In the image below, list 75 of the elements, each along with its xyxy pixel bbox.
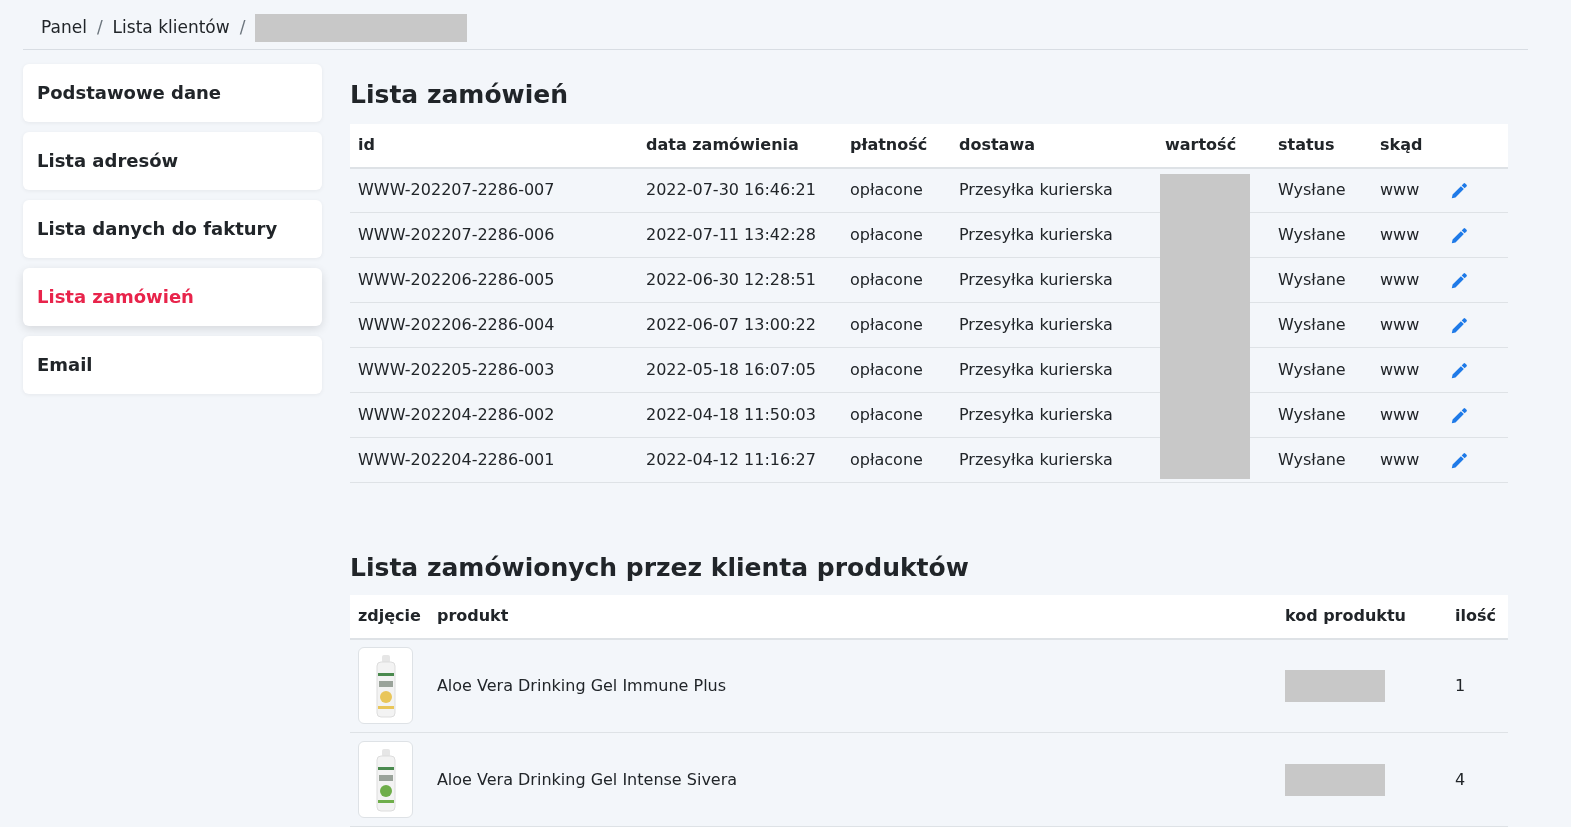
table-cell: opłacone xyxy=(850,450,923,469)
column-header: dostawa xyxy=(959,135,1035,154)
section-heading: Lista zamówionych przez klienta produktów xyxy=(350,552,970,584)
sidebar-item[interactable]: Lista danych do faktury xyxy=(23,200,322,258)
column-header: ilość xyxy=(1454,606,1496,625)
table-cell: 2022-07-11 13:42:28 xyxy=(646,225,816,244)
table-cell: Wysłane xyxy=(1278,180,1346,200)
table-cell: WWW-202204-2286-001 xyxy=(358,450,555,469)
table-cell: Przesyłka kurierska xyxy=(959,270,1113,289)
table-cell: Wysłane xyxy=(1278,360,1346,379)
sidebar-item[interactable]: Email xyxy=(23,336,322,394)
table-cell: Wysłane xyxy=(1278,225,1346,244)
table-cell: 2022-06-30 12:28:51 xyxy=(646,270,816,289)
column-header: płatność xyxy=(850,135,928,154)
edit-icon[interactable] xyxy=(1450,451,1468,470)
table-cell: opłacone xyxy=(850,360,923,379)
column-header: produkt xyxy=(436,606,509,625)
table-cell: Wysłane xyxy=(1278,315,1346,334)
table-cell: opłacone xyxy=(850,315,923,334)
table-cell: www xyxy=(1380,315,1420,334)
column-header: skąd xyxy=(1380,135,1423,154)
table-cell: 2022-05-18 16:07:05 xyxy=(646,360,816,379)
table-cell: www xyxy=(1380,180,1420,200)
table-cell: 1 xyxy=(1454,675,1466,695)
table-cell: opłacone xyxy=(850,225,923,244)
edit-icon[interactable] xyxy=(1450,406,1468,425)
edit-icon[interactable] xyxy=(1450,226,1468,245)
sidebar-item[interactable]: Podstawowe dane xyxy=(23,64,322,122)
table-cell: WWW-202206-2286-005 xyxy=(358,270,555,289)
table-cell: www xyxy=(1380,405,1420,424)
table-cell: 2022-06-07 13:00:22 xyxy=(646,315,816,334)
breadcrumb-link[interactable]: Lista klientów xyxy=(112,14,230,41)
column-header: id xyxy=(358,135,375,154)
column-header: data zamówienia xyxy=(646,135,799,154)
breadcrumb-link[interactable]: Panel xyxy=(41,14,87,41)
table-cell: www xyxy=(1380,270,1420,289)
table-cell: WWW-202206-2286-004 xyxy=(358,315,555,334)
table-cell: Przesyłka kurierska xyxy=(959,180,1113,200)
table-cell: WWW-202204-2286-002 xyxy=(358,405,555,424)
table-cell: Wysłane xyxy=(1278,450,1346,469)
table-cell: 4 xyxy=(1454,769,1466,789)
breadcrumb-separator: / xyxy=(96,15,103,39)
edit-icon[interactable] xyxy=(1450,181,1468,200)
column-header: kod produktu xyxy=(1284,606,1406,625)
table-cell: Przesyłka kurierska xyxy=(959,450,1113,469)
table-cell: Wysłane xyxy=(1278,270,1346,289)
table-cell: opłacone xyxy=(850,180,923,200)
table-cell: 2022-07-30 16:46:21 xyxy=(646,180,816,200)
table-cell: WWW-202205-2286-003 xyxy=(358,360,555,379)
breadcrumb-separator: / xyxy=(239,15,246,39)
table-cell: Aloe Vera Drinking Gel Immune Plus xyxy=(436,675,727,695)
section-heading: Lista zamówień xyxy=(350,79,569,111)
table-cell: 2022-04-12 11:16:27 xyxy=(646,450,816,469)
table-cell: opłacone xyxy=(850,405,923,424)
column-header: wartość xyxy=(1165,135,1237,154)
table-cell: Aloe Vera Drinking Gel Intense Sivera xyxy=(436,769,738,789)
table-cell: Przesyłka kurierska xyxy=(959,360,1113,379)
edit-icon[interactable] xyxy=(1450,316,1468,335)
sidebar-item[interactable]: Lista zamówień xyxy=(23,268,322,326)
edit-icon[interactable] xyxy=(1450,271,1468,290)
sidebar-item[interactable]: Lista adresów xyxy=(23,132,322,190)
column-header: status xyxy=(1278,135,1335,154)
table-cell: www xyxy=(1380,360,1420,379)
table-cell: www xyxy=(1380,450,1420,469)
table-cell: WWW-202207-2286-006 xyxy=(358,225,555,244)
table-cell: 2022-04-18 11:50:03 xyxy=(646,405,816,424)
table-cell: opłacone xyxy=(850,270,923,289)
edit-icon[interactable] xyxy=(1450,361,1468,380)
column-header: zdjęcie xyxy=(358,606,421,625)
table-cell: Przesyłka kurierska xyxy=(959,315,1113,334)
table-cell: Przesyłka kurierska xyxy=(959,225,1113,244)
table-cell: Przesyłka kurierska xyxy=(959,405,1113,424)
table-cell: Wysłane xyxy=(1278,405,1346,424)
table-cell: www xyxy=(1380,225,1420,244)
table-cell: WWW-202207-2286-007 xyxy=(358,180,555,200)
